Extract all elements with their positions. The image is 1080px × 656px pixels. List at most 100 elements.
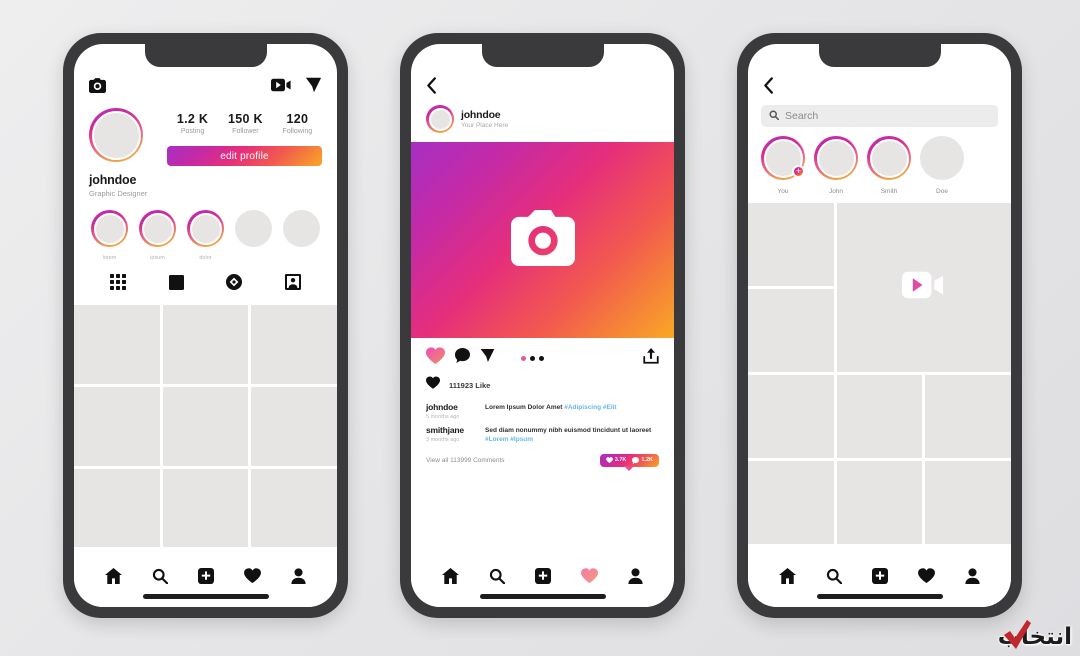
- story-item-smith[interactable]: Smith: [867, 136, 911, 195]
- post-tile[interactable]: [74, 305, 160, 384]
- explore-tile[interactable]: [748, 289, 834, 372]
- explore-tile[interactable]: [748, 375, 834, 458]
- comment-author: johndoe 5 months ago: [426, 402, 478, 420]
- story-ring: [814, 136, 858, 180]
- add-post-icon[interactable]: [872, 567, 888, 589]
- camera-icon[interactable]: [89, 77, 106, 98]
- person-icon[interactable]: [628, 567, 643, 589]
- post-author-info: johndoe Your Place Here: [461, 109, 508, 129]
- home-indicator: [816, 594, 943, 599]
- stat-value: 120: [286, 112, 309, 126]
- bottom-nav: [74, 561, 337, 607]
- comment-hashtags[interactable]: #Lorem #Ipsum: [485, 436, 533, 443]
- explore-tile[interactable]: [836, 461, 923, 544]
- explore-tile[interactable]: [836, 375, 923, 458]
- highlight-item[interactable]: ipsum: [139, 210, 176, 261]
- highlight-item[interactable]: dolor: [187, 210, 224, 261]
- explore-tile[interactable]: [925, 375, 1011, 458]
- highlight-ring: [139, 210, 176, 247]
- profile-post-grid: [74, 305, 337, 548]
- home-icon[interactable]: [779, 567, 796, 589]
- tagged-photo-icon[interactable]: [284, 274, 301, 295]
- phone-3-frame: Search + You John Smith Doe: [737, 33, 1022, 618]
- send-icon[interactable]: [480, 348, 495, 368]
- story-item-john[interactable]: John: [814, 136, 858, 195]
- heart-icon[interactable]: [244, 568, 261, 588]
- explore-tile[interactable]: [748, 461, 834, 544]
- edit-profile-button[interactable]: edit profile: [167, 146, 322, 166]
- grid-icon[interactable]: [110, 274, 127, 295]
- home-icon[interactable]: [105, 567, 122, 589]
- post-tile[interactable]: [162, 468, 249, 548]
- watermark: انتخاب: [998, 620, 1072, 650]
- post-likes-row: 111923 Like: [411, 369, 674, 394]
- view-all-comments-link[interactable]: View all 113999 Comments: [426, 457, 505, 464]
- search-icon[interactable]: [826, 568, 843, 589]
- highlight-item[interactable]: lorem: [91, 210, 128, 261]
- comment-item[interactable]: johndoe 5 months ago Lorem Ipsum Dolor A…: [426, 402, 659, 420]
- person-icon[interactable]: [291, 567, 306, 589]
- search-icon[interactable]: [489, 568, 506, 589]
- engagement-badge: 3.7K 1.2K: [599, 453, 659, 467]
- post-tile[interactable]: [162, 305, 249, 384]
- explore-featured-video-tile[interactable]: [836, 203, 1011, 372]
- post-tile[interactable]: [74, 468, 160, 548]
- add-post-icon[interactable]: [198, 567, 214, 589]
- post-tile[interactable]: [251, 468, 337, 548]
- search-input[interactable]: Search: [761, 105, 998, 127]
- person-icon[interactable]: [965, 567, 980, 589]
- highlight-ring: [187, 210, 224, 247]
- explore-body: Search + You John Smith Doe: [748, 44, 1011, 561]
- send-icon[interactable]: [305, 77, 322, 98]
- notch: [144, 44, 267, 67]
- explore-tile[interactable]: [748, 203, 834, 286]
- profile-stats: 1.2 K Posting 150 K Follower 120 Followi…: [167, 112, 322, 135]
- comment-username: johndoe: [426, 402, 458, 412]
- story-label: John: [828, 188, 844, 195]
- add-post-icon[interactable]: [535, 567, 551, 589]
- story-item-doe[interactable]: Doe: [920, 136, 964, 195]
- highlight-placeholder: [235, 210, 272, 247]
- search-icon[interactable]: [152, 568, 169, 589]
- avatar[interactable]: [89, 108, 143, 162]
- stat-label: Posting: [180, 128, 205, 135]
- explore-grid: [748, 203, 1011, 544]
- comment-hashtags[interactable]: #Adipiscing #Elit: [564, 404, 616, 411]
- search-placeholder: Search: [785, 110, 819, 122]
- post-tile[interactable]: [162, 386, 249, 466]
- highlight-item[interactable]: [235, 210, 272, 261]
- comments-list: johndoe 5 months ago Lorem Ipsum Dolor A…: [411, 394, 674, 445]
- badge-comments-value: 1.2K: [641, 457, 653, 464]
- post-photo[interactable]: [411, 142, 674, 338]
- avatar[interactable]: [426, 105, 454, 133]
- comment-icon[interactable]: [454, 348, 470, 368]
- chevron-left-icon: [763, 77, 774, 98]
- heart-icon[interactable]: [581, 568, 598, 588]
- stat-follower[interactable]: 150 K Follower: [228, 112, 263, 135]
- square-icon[interactable]: [168, 274, 184, 295]
- comment-item[interactable]: smithjane 3 months ago Sed diam nonummy …: [426, 425, 659, 445]
- igtv-badge-icon[interactable]: [226, 274, 243, 295]
- add-story-icon[interactable]: +: [792, 165, 805, 178]
- highlight-label: lorem: [102, 255, 117, 261]
- highlight-item[interactable]: [283, 210, 320, 261]
- share-upload-icon[interactable]: [643, 347, 659, 369]
- comment-time: 5 months ago: [426, 414, 460, 420]
- heart-icon[interactable]: [426, 347, 445, 369]
- stat-following[interactable]: 120 Following: [283, 112, 313, 135]
- video-camera-icon[interactable]: [271, 78, 292, 97]
- comment-author: smithjane 3 months ago: [426, 425, 478, 445]
- badge-likes-value: 3.7K: [614, 457, 627, 464]
- story-ring: [867, 136, 911, 180]
- post-tile[interactable]: [251, 305, 337, 384]
- explore-tile[interactable]: [925, 461, 1011, 544]
- post-tile[interactable]: [74, 386, 160, 466]
- profile-identity: johndoe Graphic Designer: [89, 108, 167, 198]
- stat-posting[interactable]: 1.2 K Posting: [177, 112, 208, 135]
- post-author-username: johndoe: [461, 109, 501, 121]
- home-icon[interactable]: [442, 567, 459, 589]
- post-tile[interactable]: [251, 386, 337, 466]
- post-author-row[interactable]: johndoe Your Place Here: [411, 99, 674, 142]
- story-item-you[interactable]: + You: [761, 136, 805, 195]
- heart-icon[interactable]: [918, 568, 935, 588]
